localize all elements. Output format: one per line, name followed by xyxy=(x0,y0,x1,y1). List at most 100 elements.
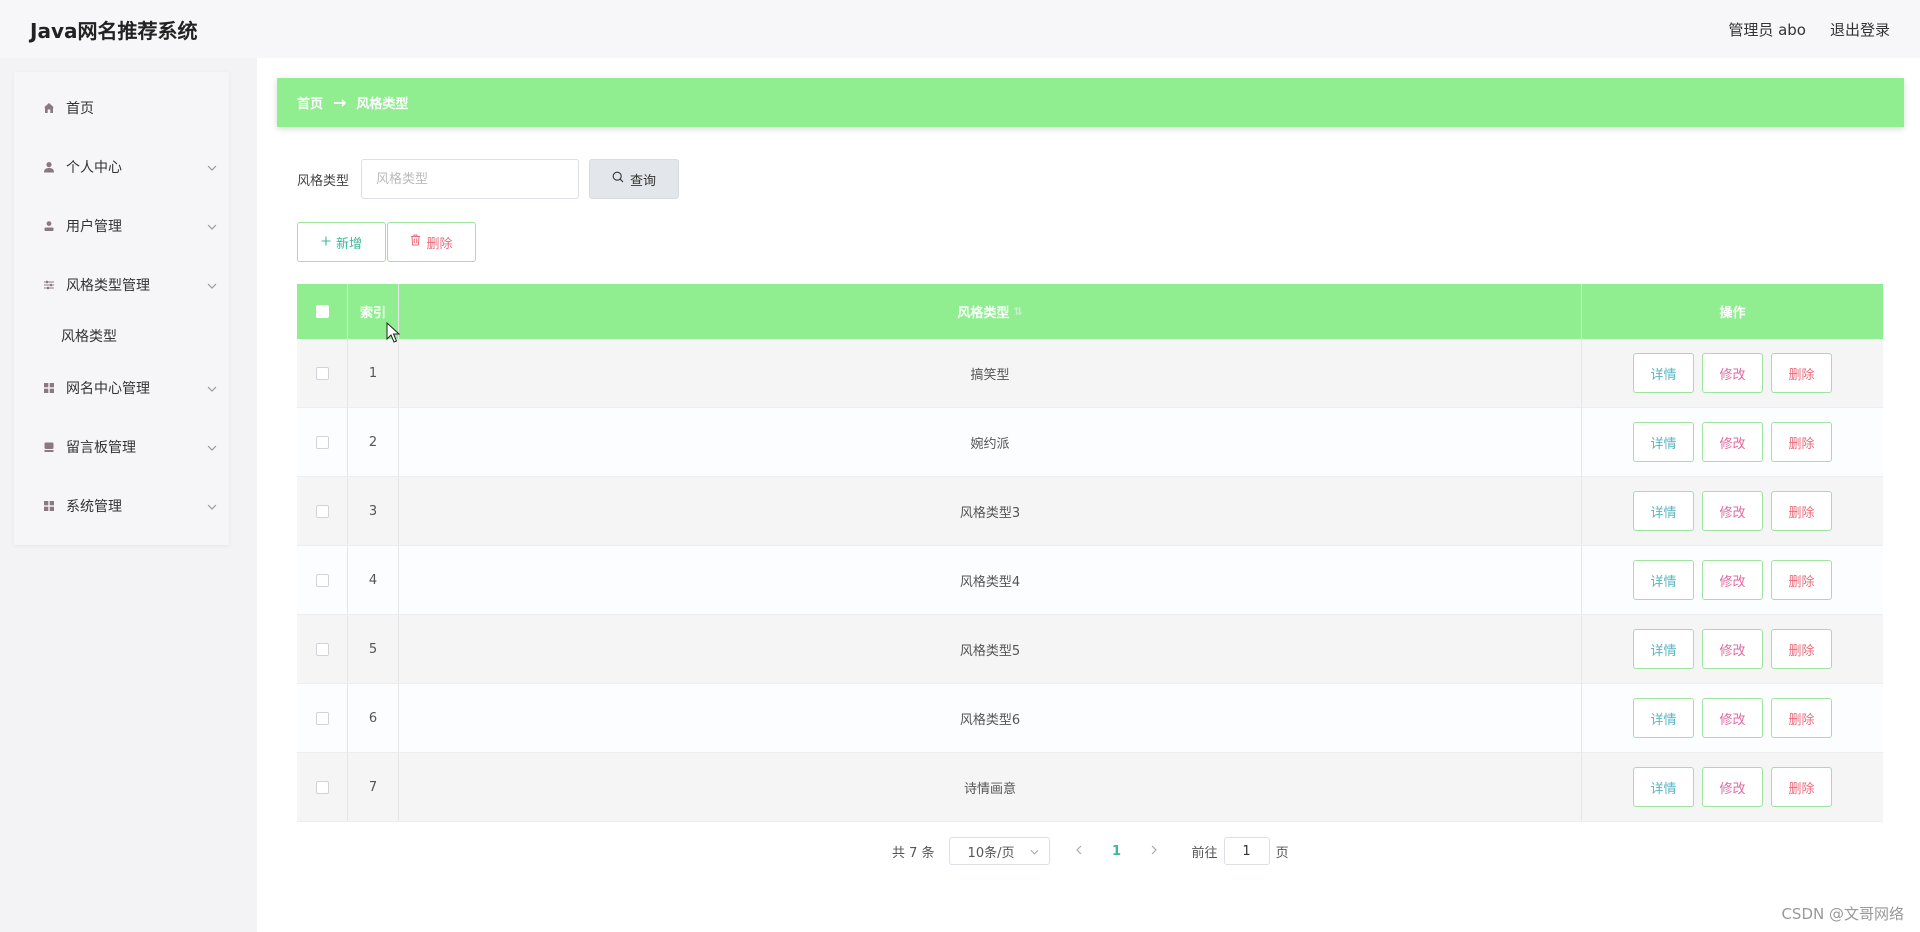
row-checkbox[interactable] xyxy=(315,642,329,656)
sidebar-item-label: 网名中心管理 xyxy=(66,380,150,397)
row-select-cell xyxy=(297,408,348,476)
sidebar-item-message-board-management[interactable]: 留言板管理 xyxy=(14,417,229,476)
delete-button[interactable]: 删除 xyxy=(1771,560,1832,600)
header-right: 管理员 abo 退出登录 xyxy=(1728,19,1890,40)
edit-button[interactable]: 修改 xyxy=(1702,353,1763,393)
row-select-cell xyxy=(297,615,348,683)
message-board-icon xyxy=(42,440,56,454)
next-page-button[interactable] xyxy=(1140,844,1170,859)
row-style-type: 诗情画意 xyxy=(399,753,1582,821)
chevron-down-icon xyxy=(207,380,217,396)
table-row: 4 风格类型4 详情 修改 删除 xyxy=(297,546,1883,615)
row-checkbox[interactable] xyxy=(315,504,329,518)
watermark: CSDN @文哥网络 xyxy=(1781,905,1904,923)
row-operations: 详情 修改 删除 xyxy=(1582,408,1883,476)
edit-button[interactable]: 修改 xyxy=(1702,422,1763,462)
row-style-type: 风格类型6 xyxy=(399,684,1582,752)
row-index: 7 xyxy=(348,753,399,821)
row-operations: 详情 修改 删除 xyxy=(1582,684,1883,752)
goto-page-input[interactable] xyxy=(1223,837,1270,865)
edit-button[interactable]: 修改 xyxy=(1702,491,1763,531)
page-size-value: 10条/页 xyxy=(967,845,1015,861)
sidebar-item-label: 风格类型管理 xyxy=(66,277,150,294)
row-checkbox[interactable] xyxy=(315,366,329,380)
row-checkbox[interactable] xyxy=(315,435,329,449)
sort-icon[interactable]: ⇅ xyxy=(1013,305,1022,318)
row-select-cell xyxy=(297,546,348,614)
select-all-checkbox[interactable] xyxy=(315,305,329,318)
search-input[interactable] xyxy=(361,159,580,199)
row-index: 5 xyxy=(348,615,399,683)
delete-button[interactable]: 删除 xyxy=(1771,353,1832,393)
row-operations: 详情 修改 删除 xyxy=(1582,339,1883,407)
row-checkbox[interactable] xyxy=(315,711,329,725)
row-checkbox[interactable] xyxy=(315,780,329,794)
sidebar-item-home[interactable]: 首页 xyxy=(14,78,229,137)
chevron-down-icon xyxy=(207,159,217,175)
chevron-down-icon xyxy=(207,218,217,234)
add-button-label: 新增 xyxy=(335,236,362,252)
row-index: 2 xyxy=(348,408,399,476)
row-select-cell xyxy=(297,339,348,407)
sidebar-item-personal-center[interactable]: 个人中心 xyxy=(14,137,229,196)
table-header: 索引 风格类型 ⇅ 操作 xyxy=(297,284,1883,339)
sidebar-item-user-management[interactable]: 用户管理 xyxy=(14,196,229,255)
user-manage-icon xyxy=(42,219,56,233)
search-label: 风格类型 xyxy=(297,173,350,189)
row-operations: 详情 修改 删除 xyxy=(1582,615,1883,683)
sidebar-item-label: 留言板管理 xyxy=(66,439,136,456)
app-title: Java网名推荐系统 xyxy=(30,18,198,43)
page-size-select[interactable]: 10条/页 xyxy=(948,837,1050,865)
chevron-down-icon xyxy=(1030,844,1039,859)
sidebar-item-style-type-management[interactable]: 风格类型管理 xyxy=(14,255,229,314)
sidebar-item-system-management[interactable]: 系统管理 xyxy=(14,476,229,535)
table-body: 1 搞笑型 详情 修改 删除 2 婉约派 详情 修改 删除 3 风格类型3 详情 修改 删除 4 风格类型4 详情… xyxy=(297,339,1883,822)
edit-button[interactable]: 修改 xyxy=(1702,560,1763,600)
delete-button[interactable]: 删除 xyxy=(1771,629,1832,669)
chevron-down-icon xyxy=(207,498,217,514)
row-index: 6 xyxy=(348,684,399,752)
table-row: 6 风格类型6 详情 修改 删除 xyxy=(297,684,1883,753)
row-style-type: 风格类型3 xyxy=(399,477,1582,545)
row-style-type: 搞笑型 xyxy=(399,339,1582,407)
delete-button[interactable]: 删除 xyxy=(1771,422,1832,462)
detail-button[interactable]: 详情 xyxy=(1633,422,1694,462)
delete-button[interactable]: 删除 xyxy=(1771,698,1832,738)
row-style-type: 风格类型5 xyxy=(399,615,1582,683)
breadcrumb: 首页 → 风格类型 xyxy=(277,78,1904,127)
search-button[interactable]: 查询 xyxy=(589,159,680,199)
row-index: 3 xyxy=(348,477,399,545)
sidebar-subitem-style-type[interactable]: 风格类型 xyxy=(14,314,229,358)
search-bar: 风格类型 查询 xyxy=(297,159,680,199)
row-index: 1 xyxy=(348,339,399,407)
detail-button[interactable]: 详情 xyxy=(1633,560,1694,600)
delete-button[interactable]: 删除 xyxy=(1771,767,1832,807)
page-number-current[interactable]: 1 xyxy=(1102,844,1132,859)
delete-button[interactable]: 删除 xyxy=(1771,491,1832,531)
batch-delete-label: 删除 xyxy=(426,236,453,252)
detail-button[interactable]: 详情 xyxy=(1633,491,1694,531)
breadcrumb-current: 风格类型 xyxy=(356,97,409,112)
batch-delete-button[interactable]: 删除 xyxy=(387,222,476,262)
search-icon xyxy=(612,171,624,187)
chevron-down-icon xyxy=(207,277,217,293)
add-button[interactable]: 新增 xyxy=(297,222,386,262)
edit-button[interactable]: 修改 xyxy=(1702,698,1763,738)
header-style-type-label: 风格类型 xyxy=(957,306,1010,321)
current-user: 管理员 abo xyxy=(1728,20,1806,39)
row-index: 4 xyxy=(348,546,399,614)
row-select-cell xyxy=(297,753,348,821)
detail-button[interactable]: 详情 xyxy=(1633,353,1694,393)
header-style-type[interactable]: 风格类型 ⇅ xyxy=(399,284,1582,339)
sidebar-item-nickname-center-management[interactable]: 网名中心管理 xyxy=(14,358,229,417)
edit-button[interactable]: 修改 xyxy=(1702,767,1763,807)
row-checkbox[interactable] xyxy=(315,573,329,587)
detail-button[interactable]: 详情 xyxy=(1633,767,1694,807)
detail-button[interactable]: 详情 xyxy=(1633,629,1694,669)
prev-page-button[interactable] xyxy=(1064,844,1094,859)
sliders-icon xyxy=(42,278,56,292)
logout-link[interactable]: 退出登录 xyxy=(1830,19,1890,40)
edit-button[interactable]: 修改 xyxy=(1702,629,1763,669)
breadcrumb-home[interactable]: 首页 xyxy=(297,93,323,112)
detail-button[interactable]: 详情 xyxy=(1633,698,1694,738)
